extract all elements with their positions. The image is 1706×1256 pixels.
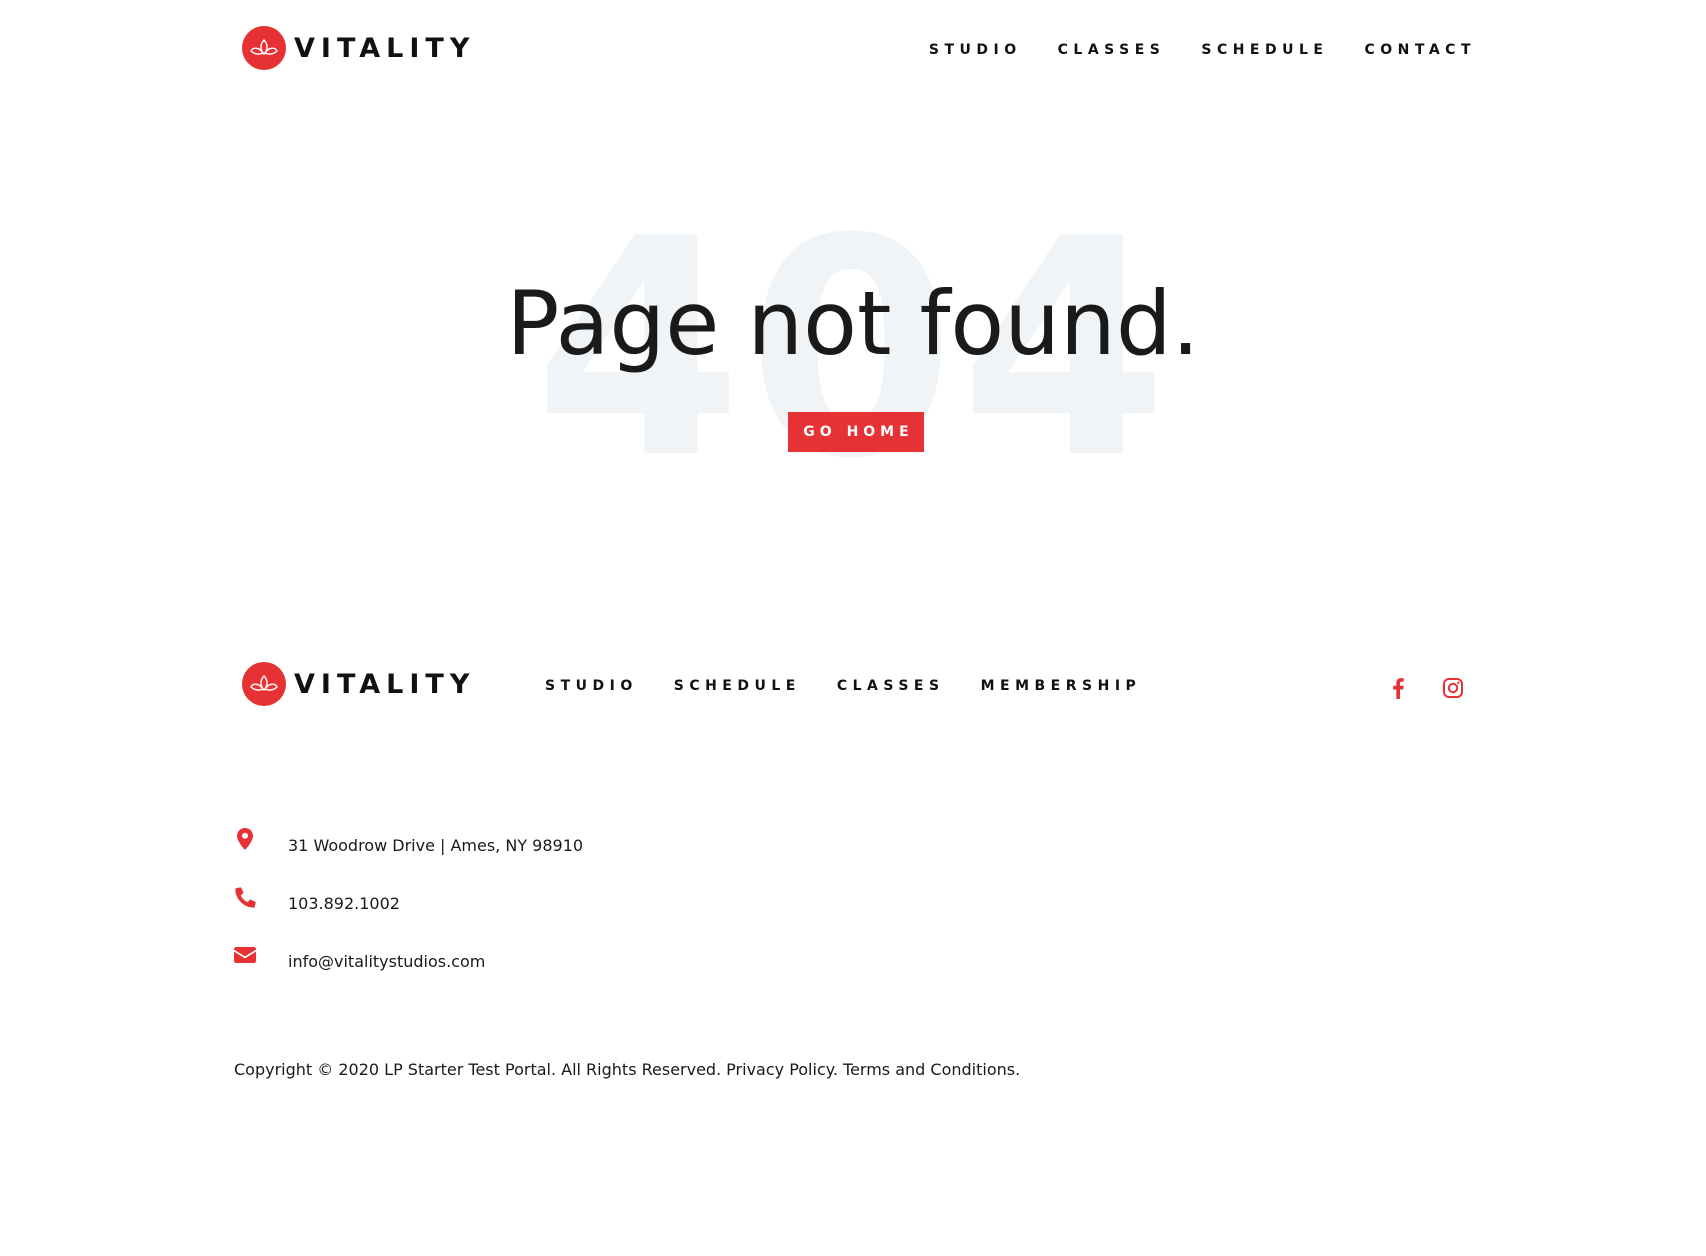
nav-contact[interactable]: CONTACT [1364, 42, 1476, 58]
map-pin-icon [232, 826, 258, 852]
contact-list: 31 Woodrow Drive | Ames, NY 98910 103.89… [232, 816, 583, 990]
footer-logo[interactable]: VITALITY [242, 662, 475, 706]
page-title: Page not found. [506, 272, 1200, 375]
copyright-bar: Copyright © 2020 LP Starter Test Portal.… [234, 1060, 1020, 1079]
facebook-icon[interactable] [1386, 676, 1410, 700]
footer-nav: STUDIO SCHEDULE CLASSES MEMBERSHIP [545, 678, 1141, 694]
footer-nav-schedule[interactable]: SCHEDULE [674, 678, 801, 694]
phone-icon [232, 884, 258, 910]
go-home-button[interactable]: GO HOME [788, 412, 924, 452]
email-link[interactable]: info@vitalitystudios.com [288, 952, 485, 971]
address-text: 31 Woodrow Drive | Ames, NY 98910 [288, 835, 584, 855]
nav-classes[interactable]: CLASSES [1058, 42, 1166, 58]
footer-nav-membership[interactable]: MEMBERSHIP [981, 678, 1142, 694]
envelope-icon [232, 942, 258, 968]
footer-nav-classes[interactable]: CLASSES [837, 678, 945, 694]
privacy-policy-link[interactable]: Privacy Policy. [726, 1060, 838, 1079]
not-found-section: 404 Page not found. GO HOME [0, 200, 1706, 500]
phone-link[interactable]: 103.892.1002 [288, 894, 400, 913]
lotus-icon [242, 662, 286, 706]
site-header: VITALITY STUDIO CLASSES SCHEDULE CONTACT [0, 0, 1706, 100]
contact-phone: 103.892.1002 [232, 874, 583, 932]
nav-studio[interactable]: STUDIO [929, 42, 1022, 58]
footer-top-row: VITALITY STUDIO SCHEDULE CLASSES MEMBERS… [0, 660, 1706, 710]
lotus-icon [242, 26, 286, 70]
terms-link[interactable]: Terms and Conditions. [843, 1060, 1020, 1079]
copyright-text: Copyright © 2020 LP Starter Test Portal.… [234, 1060, 722, 1079]
contact-address: 31 Woodrow Drive | Ames, NY 98910 [232, 816, 583, 874]
instagram-icon[interactable] [1441, 676, 1465, 700]
nav-schedule[interactable]: SCHEDULE [1201, 42, 1328, 58]
footer-nav-studio[interactable]: STUDIO [545, 678, 638, 694]
contact-email: info@vitalitystudios.com [232, 932, 583, 990]
main-nav: STUDIO CLASSES SCHEDULE CONTACT [929, 42, 1476, 58]
header-logo[interactable]: VITALITY [242, 26, 475, 70]
footer-brand-name: VITALITY [294, 668, 476, 700]
brand-name: VITALITY [294, 32, 476, 64]
